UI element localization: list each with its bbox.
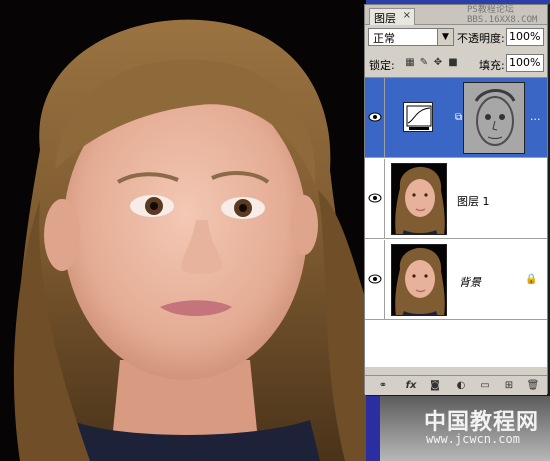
layer-mask-thumbnail[interactable] <box>463 82 525 154</box>
layer-row-curves[interactable]: ⧉ ... <box>365 78 547 158</box>
curves-adjustment-thumbnail[interactable] <box>403 102 433 132</box>
portrait-photo <box>0 0 366 461</box>
fx-icon[interactable]: fx <box>403 379 419 392</box>
fill-label: 填充: <box>479 59 505 72</box>
curves-icon <box>406 105 432 130</box>
tab-layers[interactable]: 图层 × <box>369 8 415 25</box>
layer-thumbnail[interactable] <box>391 244 447 316</box>
lock-pixels-brush-icon[interactable]: ✎ <box>419 57 429 68</box>
layer-name: 图层 1 <box>457 195 490 208</box>
opacity-label: 不透明度: <box>457 32 505 45</box>
layers-panel-toolbar: ⚭ fx ◙ ◐ ▭ ⊞ 🗑 <box>365 375 547 395</box>
image-canvas[interactable] <box>0 0 366 461</box>
mask-face-sketch <box>464 83 524 153</box>
lock-icon: 🔒 <box>525 274 538 285</box>
layers-list: ⧉ ... 图层 1 背景 🔒 <box>365 77 547 367</box>
chain-link-icon[interactable]: ⧉ <box>455 112 462 123</box>
lock-label: 锁定: <box>369 59 395 72</box>
layer-name-overflow: ... <box>530 110 541 123</box>
blend-mode-value: 正常 <box>373 32 395 45</box>
eye-icon[interactable] <box>368 112 382 122</box>
new-layer-icon[interactable]: ⊞ <box>501 379 517 392</box>
chevron-down-icon[interactable]: ▼ <box>437 29 453 45</box>
site-watermark-url: www.jcwcn.com <box>426 432 520 446</box>
workspace-lower-strip <box>366 396 380 461</box>
layers-panel: 图层 × PS教程论坛 BBS.16XX8.COM 正常 ▼ 不透明度: 100… <box>364 4 548 395</box>
forum-watermark: PS教程论坛 BBS.16XX8.COM <box>467 5 537 25</box>
trash-icon[interactable]: 🗑 <box>525 379 541 392</box>
lock-transparency-icon[interactable]: ▦ <box>405 57 415 68</box>
layer-name: 背景 <box>459 276 481 289</box>
eye-icon[interactable] <box>368 193 382 203</box>
opacity-input[interactable]: 100% <box>506 28 544 46</box>
eye-icon[interactable] <box>368 274 382 284</box>
link-layers-icon[interactable]: ⚭ <box>375 379 391 392</box>
portrait-thumbnail <box>392 245 446 315</box>
new-adjustment-layer-icon[interactable]: ◐ <box>453 379 469 392</box>
panel-tab-bar: 图层 × PS教程论坛 BBS.16XX8.COM <box>365 5 547 25</box>
close-icon[interactable]: × <box>403 10 411 21</box>
forum-watermark-line1: PS教程论坛 <box>467 5 514 15</box>
layer-thumbnail[interactable] <box>391 163 447 235</box>
add-mask-icon[interactable]: ◙ <box>427 379 443 392</box>
tab-layers-label: 图层 <box>374 12 396 25</box>
lock-all-icon[interactable]: ■ <box>448 57 458 68</box>
lock-position-move-icon[interactable]: ✥ <box>433 57 443 68</box>
forum-watermark-line2: BBS.16XX8.COM <box>467 15 538 25</box>
portrait-thumbnail <box>392 164 446 234</box>
layer-row-layer1[interactable]: 图层 1 <box>365 159 547 239</box>
layer-row-background[interactable]: 背景 🔒 <box>365 240 547 320</box>
new-group-folder-icon[interactable]: ▭ <box>477 379 493 392</box>
blend-mode-select[interactable]: 正常 ▼ <box>368 28 454 46</box>
fill-input[interactable]: 100% <box>506 54 544 72</box>
